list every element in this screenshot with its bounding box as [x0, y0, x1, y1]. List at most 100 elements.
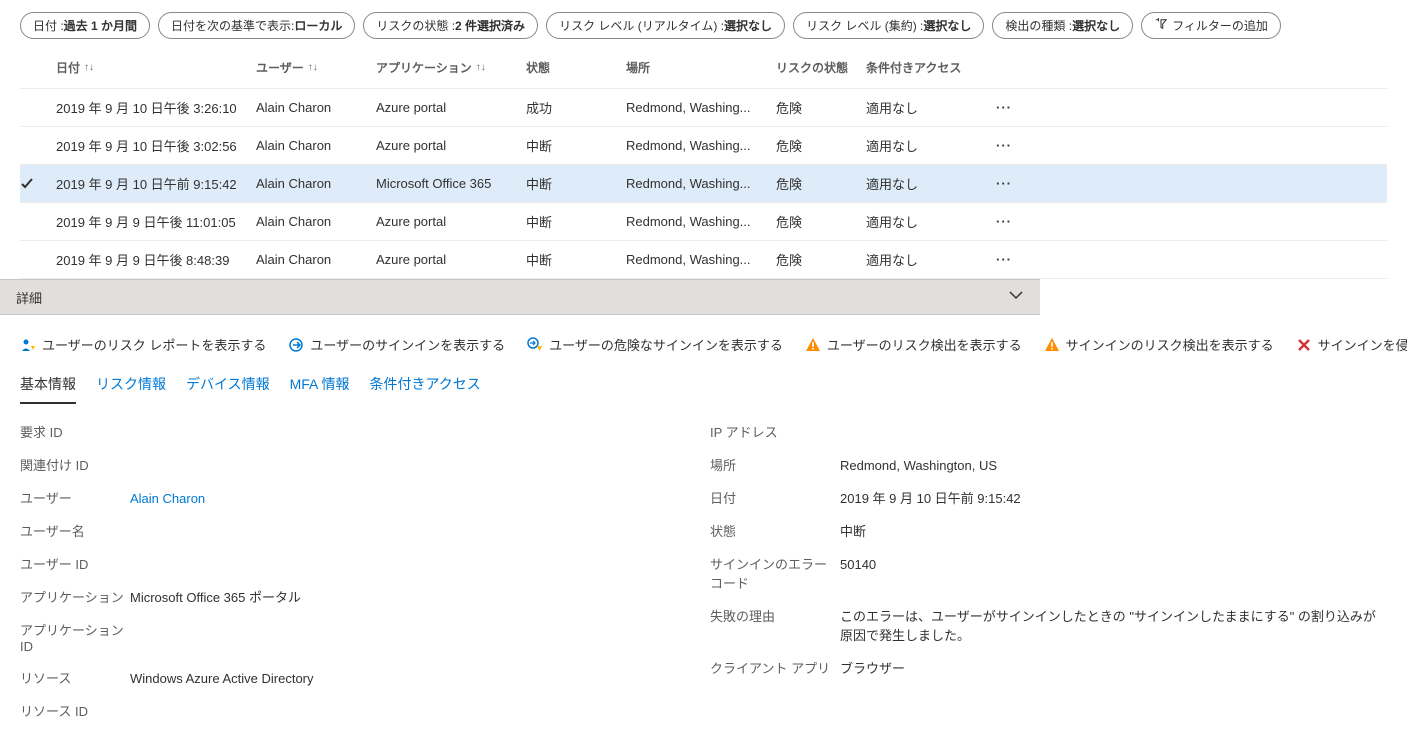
filter-bar: 日付 : 過去 1 か月間 日付を次の基準で表示: ローカル リスクの状態 : …	[0, 0, 1407, 47]
action-user-signin[interactable]: ユーザーのサインインを表示する	[288, 335, 505, 354]
row-checkbox[interactable]	[20, 139, 34, 153]
col-date[interactable]: 日付↑↓	[56, 59, 256, 76]
cell-user: Alain Charon	[256, 252, 376, 267]
col-user[interactable]: ユーザー↑↓	[256, 59, 376, 76]
row-checkbox[interactable]	[20, 101, 34, 115]
tab-conditional-access[interactable]: 条件付きアクセス	[370, 368, 481, 404]
kv-user-id: ユーザー ID	[20, 554, 690, 573]
cell-location: Redmond, Washing...	[626, 214, 776, 229]
table-row[interactable]: 2019 年 9 月 10 日午前 9:15:42Alain CharonMic…	[20, 165, 1387, 203]
sort-icon: ↑↓	[476, 62, 486, 73]
cell-user: Alain Charon	[256, 138, 376, 153]
detail-tabs: 基本情報 リスク情報 デバイス情報 MFA 情報 条件付きアクセス	[0, 354, 1407, 404]
details-left-column: 要求 ID 関連付け ID ユーザーAlain Charon ユーザー名 ユーザ…	[20, 422, 690, 720]
kv-correlation-id: 関連付け ID	[20, 455, 690, 474]
details-right-column: IP アドレス 場所Redmond, Washington, US 日付2019…	[710, 422, 1387, 720]
cell-application: Azure portal	[376, 100, 526, 115]
action-user-risk-report[interactable]: ユーザーのリスク レポートを表示する	[20, 335, 266, 354]
col-application[interactable]: アプリケーション↑↓	[376, 59, 526, 76]
kv-client-app: クライアント アプリブラウザー	[710, 658, 1387, 677]
kv-location: 場所Redmond, Washington, US	[710, 455, 1387, 474]
signin-risk-icon	[527, 337, 543, 353]
tab-basic-info[interactable]: 基本情報	[20, 368, 76, 404]
cell-risk-state: 危険	[776, 174, 866, 193]
cell-conditional-access: 適用なし	[866, 212, 996, 231]
cell-application: Azure portal	[376, 252, 526, 267]
cell-user: Alain Charon	[256, 176, 376, 191]
table-header-row: 日付↑↓ ユーザー↑↓ アプリケーション↑↓ 状態 場所 リスクの状態 条件付き…	[20, 47, 1387, 89]
signins-table: 日付↑↓ ユーザー↑↓ アプリケーション↑↓ 状態 場所 リスクの状態 条件付き…	[0, 47, 1407, 279]
cell-status: 中断	[526, 136, 626, 155]
table-row[interactable]: 2019 年 9 月 10 日午後 3:26:10Alain CharonAzu…	[20, 89, 1387, 127]
cell-conditional-access: 適用なし	[866, 136, 996, 155]
tab-risk-info[interactable]: リスク情報	[96, 368, 166, 404]
cell-date: 2019 年 9 月 10 日午後 3:02:56	[56, 136, 256, 155]
col-conditional-access[interactable]: 条件付きアクセス	[866, 59, 996, 76]
cell-user: Alain Charon	[256, 214, 376, 229]
filter-risk-state[interactable]: リスクの状態 : 2 件選択済み	[363, 12, 538, 39]
action-user-risk-detections[interactable]: ユーザーのリスク検出を表示する	[805, 335, 1022, 354]
cell-status: 中断	[526, 212, 626, 231]
details-header-bar[interactable]: 詳細	[0, 279, 1040, 315]
action-confirm-compromised[interactable]: サインインを侵害ありと確認	[1296, 335, 1407, 354]
row-more-button[interactable]: ···	[996, 176, 1036, 191]
add-filter-button[interactable]: フィルターの追加	[1141, 12, 1281, 39]
table-row[interactable]: 2019 年 9 月 9 日午後 8:48:39Alain CharonAzur…	[20, 241, 1387, 279]
cell-application: Microsoft Office 365	[376, 176, 526, 191]
sort-icon: ↑↓	[308, 62, 318, 73]
cell-risk-state: 危険	[776, 212, 866, 231]
filter-risk-level-realtime[interactable]: リスク レベル (リアルタイム) : 選択なし	[546, 12, 785, 39]
user-link[interactable]: Alain Charon	[130, 491, 690, 506]
cell-date: 2019 年 9 月 9 日午後 11:01:05	[56, 212, 256, 231]
details-label: 詳細	[16, 288, 42, 307]
cell-status: 成功	[526, 98, 626, 117]
row-more-button[interactable]: ···	[996, 214, 1036, 229]
cell-conditional-access: 適用なし	[866, 174, 996, 193]
col-location[interactable]: 場所	[626, 59, 776, 76]
kv-ip-address: IP アドレス	[710, 422, 1387, 441]
sort-icon: ↑↓	[84, 62, 94, 73]
warning-icon	[1044, 337, 1060, 353]
table-row[interactable]: 2019 年 9 月 10 日午後 3:02:56Alain CharonAzu…	[20, 127, 1387, 165]
filter-date[interactable]: 日付 : 過去 1 か月間	[20, 12, 150, 39]
cell-user: Alain Charon	[256, 100, 376, 115]
signin-arrow-icon	[288, 337, 304, 353]
cell-location: Redmond, Washing...	[626, 252, 776, 267]
warning-icon	[805, 337, 821, 353]
cell-risk-state: 危険	[776, 136, 866, 155]
row-checkbox[interactable]	[20, 253, 34, 267]
tab-device-info[interactable]: デバイス情報	[186, 368, 270, 404]
row-more-button[interactable]: ···	[996, 252, 1036, 267]
cell-risk-state: 危険	[776, 250, 866, 269]
kv-failure-reason: 失敗の理由このエラーは、ユーザーがサインインしたときの "サインインしたままにす…	[710, 606, 1387, 644]
cell-application: Azure portal	[376, 214, 526, 229]
filter-detection-type[interactable]: 検出の種類 : 選択なし	[992, 12, 1133, 39]
cell-location: Redmond, Washing...	[626, 100, 776, 115]
cell-status: 中断	[526, 174, 626, 193]
chevron-down-icon[interactable]	[1008, 287, 1024, 308]
x-red-icon	[1296, 337, 1312, 353]
kv-date: 日付2019 年 9 月 10 日午前 9:15:42	[710, 488, 1387, 507]
row-more-button[interactable]: ···	[996, 138, 1036, 153]
row-checkbox[interactable]	[20, 215, 34, 229]
col-risk-state[interactable]: リスクの状態	[776, 59, 866, 76]
table-row[interactable]: 2019 年 9 月 9 日午後 11:01:05Alain CharonAzu…	[20, 203, 1387, 241]
kv-application-id: アプリケーション ID	[20, 620, 690, 654]
action-signin-risk-detections[interactable]: サインインのリスク検出を表示する	[1044, 335, 1274, 354]
person-risk-icon	[20, 337, 36, 353]
action-user-risky-signin[interactable]: ユーザーの危険なサインインを表示する	[527, 335, 783, 354]
cell-risk-state: 危険	[776, 98, 866, 117]
filter-show-dates-as[interactable]: 日付を次の基準で表示: ローカル	[158, 12, 355, 39]
kv-resource-id: リソース ID	[20, 701, 690, 720]
col-status[interactable]: 状態	[526, 59, 626, 76]
filter-risk-level-aggregate[interactable]: リスク レベル (集約) : 選択なし	[793, 12, 984, 39]
cell-application: Azure portal	[376, 138, 526, 153]
cell-location: Redmond, Washing...	[626, 176, 776, 191]
detail-actions: ユーザーのリスク レポートを表示する ユーザーのサインインを表示する ユーザーの…	[0, 315, 1407, 354]
cell-status: 中断	[526, 250, 626, 269]
row-more-button[interactable]: ···	[996, 100, 1036, 115]
kv-request-id: 要求 ID	[20, 422, 690, 441]
funnel-plus-icon	[1154, 18, 1168, 33]
row-checkbox[interactable]	[20, 177, 34, 191]
tab-mfa-info[interactable]: MFA 情報	[290, 368, 350, 404]
